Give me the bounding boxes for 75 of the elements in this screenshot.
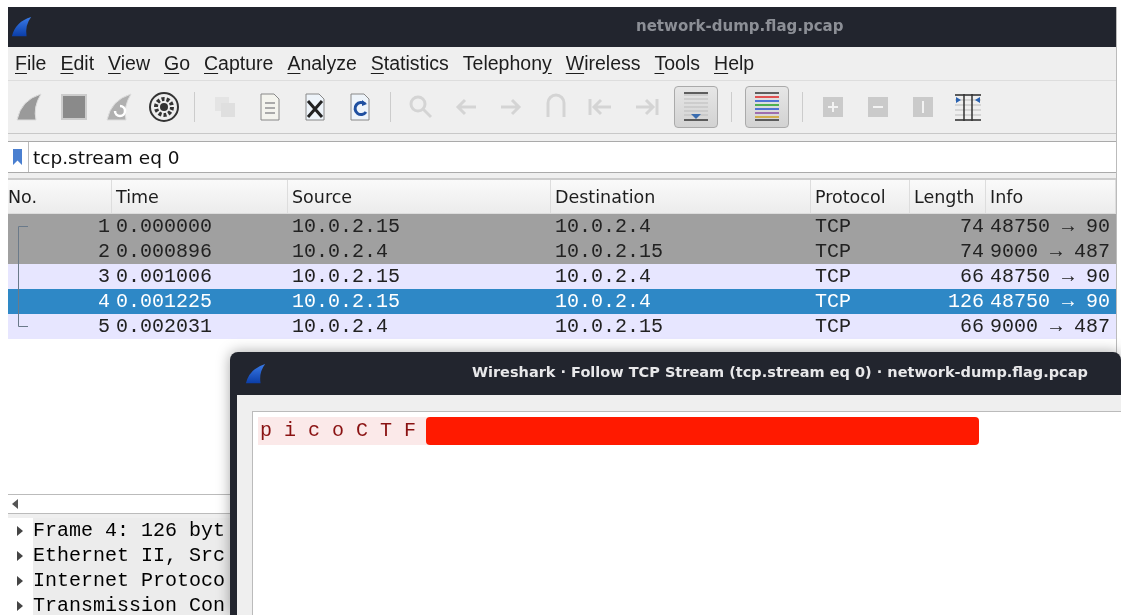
shark-fin-icon xyxy=(245,362,267,385)
menu-item[interactable]: Help xyxy=(707,52,762,75)
table-cell-text: 10.0.2.4 xyxy=(554,214,652,239)
menu-item[interactable]: Statistics xyxy=(363,52,456,75)
settings-icon[interactable] xyxy=(147,90,181,124)
menu-item[interactable]: Telephony xyxy=(455,52,559,75)
table-cell-text: 10.0.2.15 xyxy=(291,289,402,314)
table-cell-text: 48750 → 90 xyxy=(989,214,1112,239)
left-arrow-icon[interactable] xyxy=(12,499,18,509)
table-cell-text: 10.0.2.15 xyxy=(291,264,402,289)
table-cell-text: 74 xyxy=(959,239,985,264)
table-cell-text: 5 xyxy=(97,314,111,339)
table-cell-text: 48750 → 90 xyxy=(989,289,1112,314)
table-cell-text: 10.0.2.15 xyxy=(554,314,665,339)
table-cell-text: 10.0.2.4 xyxy=(291,314,389,339)
toggle-button[interactable] xyxy=(674,86,718,128)
table-cell-text: 0.000896 xyxy=(115,239,213,264)
menu-item[interactable]: Capture xyxy=(197,52,281,75)
bookmark-icon[interactable] xyxy=(13,148,22,166)
menu-item[interactable]: View xyxy=(101,52,157,75)
table-cell-text: 3 xyxy=(97,264,111,289)
stream-text: p i c o C T F xyxy=(258,417,429,445)
table-cell-text: 0.001225 xyxy=(115,289,213,314)
column-header[interactable]: Length xyxy=(910,180,986,213)
table-cell-text: 66 xyxy=(959,314,985,339)
expand-arrow-icon[interactable] xyxy=(17,550,23,561)
menu-item[interactable]: File xyxy=(8,52,54,75)
filter-field[interactable]: tcp.stream eq 0 xyxy=(8,141,1116,173)
table-cell-text: 126 xyxy=(947,289,985,314)
table-cell-text: 10.0.2.4 xyxy=(554,289,652,314)
packet-row[interactable]: 4 0.001225 10.0.2.15 10.0.2.4 TCP 126 48750 → 90 xyxy=(8,289,1116,314)
table-cell-text: TCP xyxy=(814,289,852,314)
filter-field[interactable]: tcp.stream eq 0 xyxy=(29,146,937,168)
window-title: network-dump.flag.pcap xyxy=(636,17,844,35)
column-header[interactable]: Source xyxy=(288,180,551,213)
table-cell-text: 74 xyxy=(959,214,985,239)
packet-row[interactable]: 1 0.000000 10.0.2.15 10.0.2.4 TCP 74 48750 → 90 xyxy=(8,214,1116,239)
packet-row[interactable]: 5 0.002031 10.0.2.4 10.0.2.15 TCP 66 9000 → 487 xyxy=(8,314,1116,339)
table-cell-text: 1 xyxy=(97,214,111,239)
table-cell-text: 66 xyxy=(959,264,985,289)
stream-text-area[interactable]: p i c o C T F xyxy=(252,411,1121,615)
table-cell-text: 0.002031 xyxy=(115,314,213,339)
expand-arrow-icon[interactable] xyxy=(17,525,23,536)
toggle-button[interactable] xyxy=(745,86,789,128)
menu-item[interactable]: Go xyxy=(157,52,197,75)
column-header[interactable]: Protocol xyxy=(811,180,910,213)
column-header[interactable]: Destination xyxy=(551,180,811,213)
packet-row[interactable]: 2 0.000896 10.0.2.4 10.0.2.15 TCP 74 9000 → 487 xyxy=(8,239,1116,264)
table-cell-text: TCP xyxy=(814,314,852,339)
menu-item[interactable]: Edit xyxy=(53,52,102,75)
table-cell-text: TCP xyxy=(814,264,852,289)
column-header[interactable]: No. xyxy=(8,180,112,213)
menu-item[interactable]: Wireless xyxy=(558,52,648,75)
table-cell-text: TCP xyxy=(814,239,852,264)
table-cell-text: 48750 → 90 xyxy=(989,264,1112,289)
table-cell-text: 10.0.2.4 xyxy=(291,239,389,264)
menu-item[interactable]: Tools xyxy=(647,52,708,75)
table-cell-text: TCP xyxy=(814,214,852,239)
table-cell-text: 10.0.2.4 xyxy=(554,264,652,289)
expand-arrow-icon[interactable] xyxy=(17,575,23,586)
table-cell-text: 10.0.2.15 xyxy=(291,214,402,239)
dialog-title: Wireshark · Follow TCP Stream (tcp.stream eq 0) · network-dump.flag.pcap xyxy=(472,364,1088,380)
table-cell-text: 2 xyxy=(97,239,111,264)
table-cell-text: 4 xyxy=(97,289,111,314)
menu-item[interactable]: Analyze xyxy=(280,52,364,75)
table-cell-text: 10.0.2.15 xyxy=(554,239,665,264)
packet-row[interactable]: 3 0.001006 10.0.2.15 10.0.2.4 TCP 66 48750 → 90 xyxy=(8,264,1116,289)
column-header[interactable]: Info xyxy=(986,180,1116,213)
shark-fin-icon xyxy=(11,16,33,38)
table-cell-text: 9000 → 487 xyxy=(989,239,1112,264)
table-cell-text: 0.001006 xyxy=(115,264,213,289)
expand-arrow-icon[interactable] xyxy=(17,600,23,611)
table-cell-text: 9000 → 487 xyxy=(989,314,1112,339)
column-header[interactable]: Time xyxy=(112,180,288,213)
table-cell-text: 0.000000 xyxy=(115,214,213,239)
